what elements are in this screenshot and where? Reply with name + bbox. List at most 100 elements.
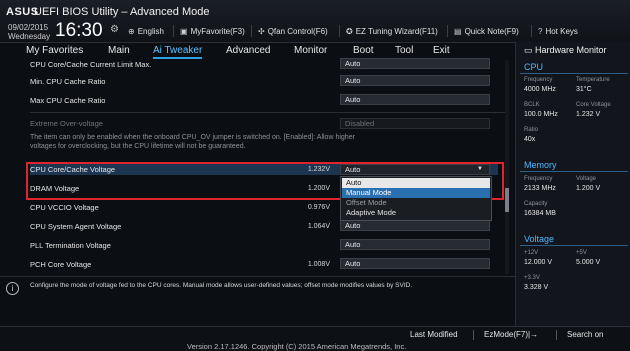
last-modified-button[interactable]: Last Modified	[410, 330, 458, 339]
ratio-label: Ratio	[524, 127, 539, 133]
tab-exit[interactable]: Exit	[433, 45, 450, 56]
clock: 16:30	[55, 20, 103, 41]
quick-note-button[interactable]: ▤ Quick Note(F9)	[447, 25, 519, 37]
voltage-reading: 0.976V	[307, 204, 330, 211]
bottom-bar: Last Modified EzMode(F7)|→ Search on Ver…	[0, 326, 630, 351]
wizard-icon: ✪	[346, 27, 353, 36]
ratio-value: 40x	[524, 136, 536, 143]
voltage-reading: 1.064V	[307, 223, 330, 230]
info-icon: i	[6, 282, 19, 295]
cpu-frequency: 4000 MHz	[524, 86, 556, 93]
v5-value: 5.000 V	[576, 259, 601, 266]
v33-label: +3.3V	[524, 275, 540, 281]
globe-icon: ⊕	[128, 27, 135, 36]
bclk-label: BCLK	[524, 102, 540, 108]
memory-voltage: 1.200 V	[576, 185, 601, 192]
ez-tuning-wizard-button[interactable]: ✪ EZ Tuning Wizard(F11)	[339, 25, 438, 37]
help-icon: ?	[538, 27, 543, 36]
search-button[interactable]: Search on	[567, 330, 603, 339]
tab-advanced[interactable]: Advanced	[226, 45, 270, 56]
memory-frequency: 2133 MHz	[524, 185, 556, 192]
hot-keys-button[interactable]: ? Hot Keys	[531, 25, 578, 37]
capacity-label: Capacity	[524, 201, 548, 207]
v12-label: +12V	[524, 250, 539, 256]
core-voltage-label: Core Voltage	[576, 102, 611, 108]
gear-icon[interactable]: ⚙	[110, 24, 119, 35]
date: 09/02/2015	[8, 23, 49, 32]
tab-ai-tweaker[interactable]: Ai Tweaker	[153, 45, 203, 59]
date-display: 09/02/2015 Wednesday	[8, 23, 50, 41]
section-line	[520, 245, 628, 246]
bclk-value: 100.0 MHz	[524, 111, 558, 118]
pll-termination-voltage-field[interactable]: Auto	[340, 239, 490, 250]
help-text: Configure the mode of voltage fed to the…	[30, 282, 413, 289]
fan-icon: ✣	[258, 27, 265, 36]
pch-core-voltage-field[interactable]: Auto	[340, 258, 490, 269]
myfavorite-button[interactable]: ▣ MyFavorite(F3)	[173, 25, 245, 37]
ezmode-button[interactable]: EzMode(F7)|→	[484, 330, 538, 339]
divider	[473, 330, 474, 340]
section-line	[520, 171, 628, 172]
setting-label: CPU System Agent Voltage	[30, 222, 122, 231]
myfavorite-label: MyFavorite(F3)	[190, 27, 245, 36]
setting-label: PCH Core Voltage	[30, 260, 92, 269]
ez-tuning-label: EZ Tuning Wizard(F11)	[355, 27, 438, 36]
qfan-control-button[interactable]: ✣ Qfan Control(F6)	[251, 25, 328, 37]
setting-label: Extreme Over-voltage	[30, 119, 103, 128]
divider	[556, 330, 557, 340]
v12-value: 12.000 V	[524, 259, 553, 266]
v5-label: +5V	[576, 250, 587, 256]
title-bar: ASUS UEFI BIOS Utility – Advanced Mode 0…	[0, 0, 630, 43]
divider	[30, 112, 508, 113]
min-cpu-cache-ratio-field[interactable]: Auto	[340, 75, 490, 86]
voltage-reading: 1.008V	[307, 261, 330, 268]
language-button[interactable]: ⊕ English	[128, 27, 164, 36]
capacity-value: 16384 MB	[524, 210, 556, 217]
hot-keys-label: Hot Keys	[545, 27, 578, 36]
dropdown-option-auto[interactable]: Auto	[342, 178, 490, 188]
favorite-icon: ▣	[180, 27, 188, 36]
cpu-cache-current-limit-field[interactable]: Auto	[340, 58, 490, 69]
app-title: UEFI BIOS Utility – Advanced Mode	[34, 6, 210, 18]
section-line	[520, 73, 628, 74]
v33-value: 3.328 V	[524, 284, 549, 291]
voltage-mode-dropdown[interactable]: Auto Manual Mode Offset Mode Adaptive Mo…	[340, 176, 492, 221]
settings-scrollbar[interactable]	[505, 60, 509, 274]
weekday: Wednesday	[8, 32, 51, 41]
note-icon: ▤	[454, 27, 462, 36]
qfan-label: Qfan Control(F6)	[267, 27, 328, 36]
memory-section-title: Memory	[524, 160, 557, 170]
main-menu: My Favorites Main Ai Tweaker Advanced Mo…	[0, 43, 515, 59]
cpu-section-title: CPU	[524, 62, 544, 72]
memory-frequency-label: Frequency	[524, 176, 553, 182]
setting-label: Min. CPU Cache Ratio	[30, 77, 106, 86]
scrollbar-thumb[interactable]	[505, 188, 509, 212]
tab-boot[interactable]: Boot	[353, 45, 374, 56]
tab-main[interactable]: Main	[108, 45, 130, 56]
voltage-section-title: Voltage	[524, 234, 555, 244]
cpu-system-agent-voltage-field[interactable]: Auto	[340, 220, 490, 231]
hardware-monitor-panel: ▭ Hardware Monitor CPU Frequency 4000 MH…	[515, 42, 630, 327]
dropdown-option-offset-mode[interactable]: Offset Mode	[342, 198, 490, 208]
quick-note-label: Quick Note(F9)	[464, 27, 519, 36]
cpu-frequency-label: Frequency	[524, 77, 553, 83]
help-bar: i Configure the mode of voltage fed to t…	[0, 276, 515, 301]
tab-my-favorites[interactable]: My Favorites	[26, 45, 83, 56]
setting-label: PLL Termination Voltage	[30, 241, 111, 250]
setting-label: CPU Core/Cache Current Limit Max.	[30, 60, 152, 69]
tab-tool[interactable]: Tool	[395, 45, 413, 56]
monitor-icon: ▭	[524, 45, 536, 55]
language-label: English	[137, 27, 164, 36]
tab-monitor[interactable]: Monitor	[294, 45, 327, 56]
setting-label: CPU VCCIO Voltage	[30, 203, 99, 212]
core-voltage-value: 1.232 V	[576, 111, 601, 118]
hardware-monitor-title: ▭ Hardware Monitor	[524, 45, 607, 55]
cpu-temperature-label: Temperature	[576, 77, 610, 83]
memory-voltage-label: Voltage	[576, 176, 597, 182]
dropdown-option-manual-mode[interactable]: Manual Mode	[342, 188, 490, 198]
setting-note: The item can only be enabled when the on…	[30, 134, 355, 150]
cpu-temperature: 31°C	[576, 86, 592, 93]
extreme-over-voltage-field: Disabled	[340, 118, 490, 129]
max-cpu-cache-ratio-field[interactable]: Auto	[340, 94, 490, 105]
dropdown-option-adaptive-mode[interactable]: Adaptive Mode	[342, 208, 490, 218]
